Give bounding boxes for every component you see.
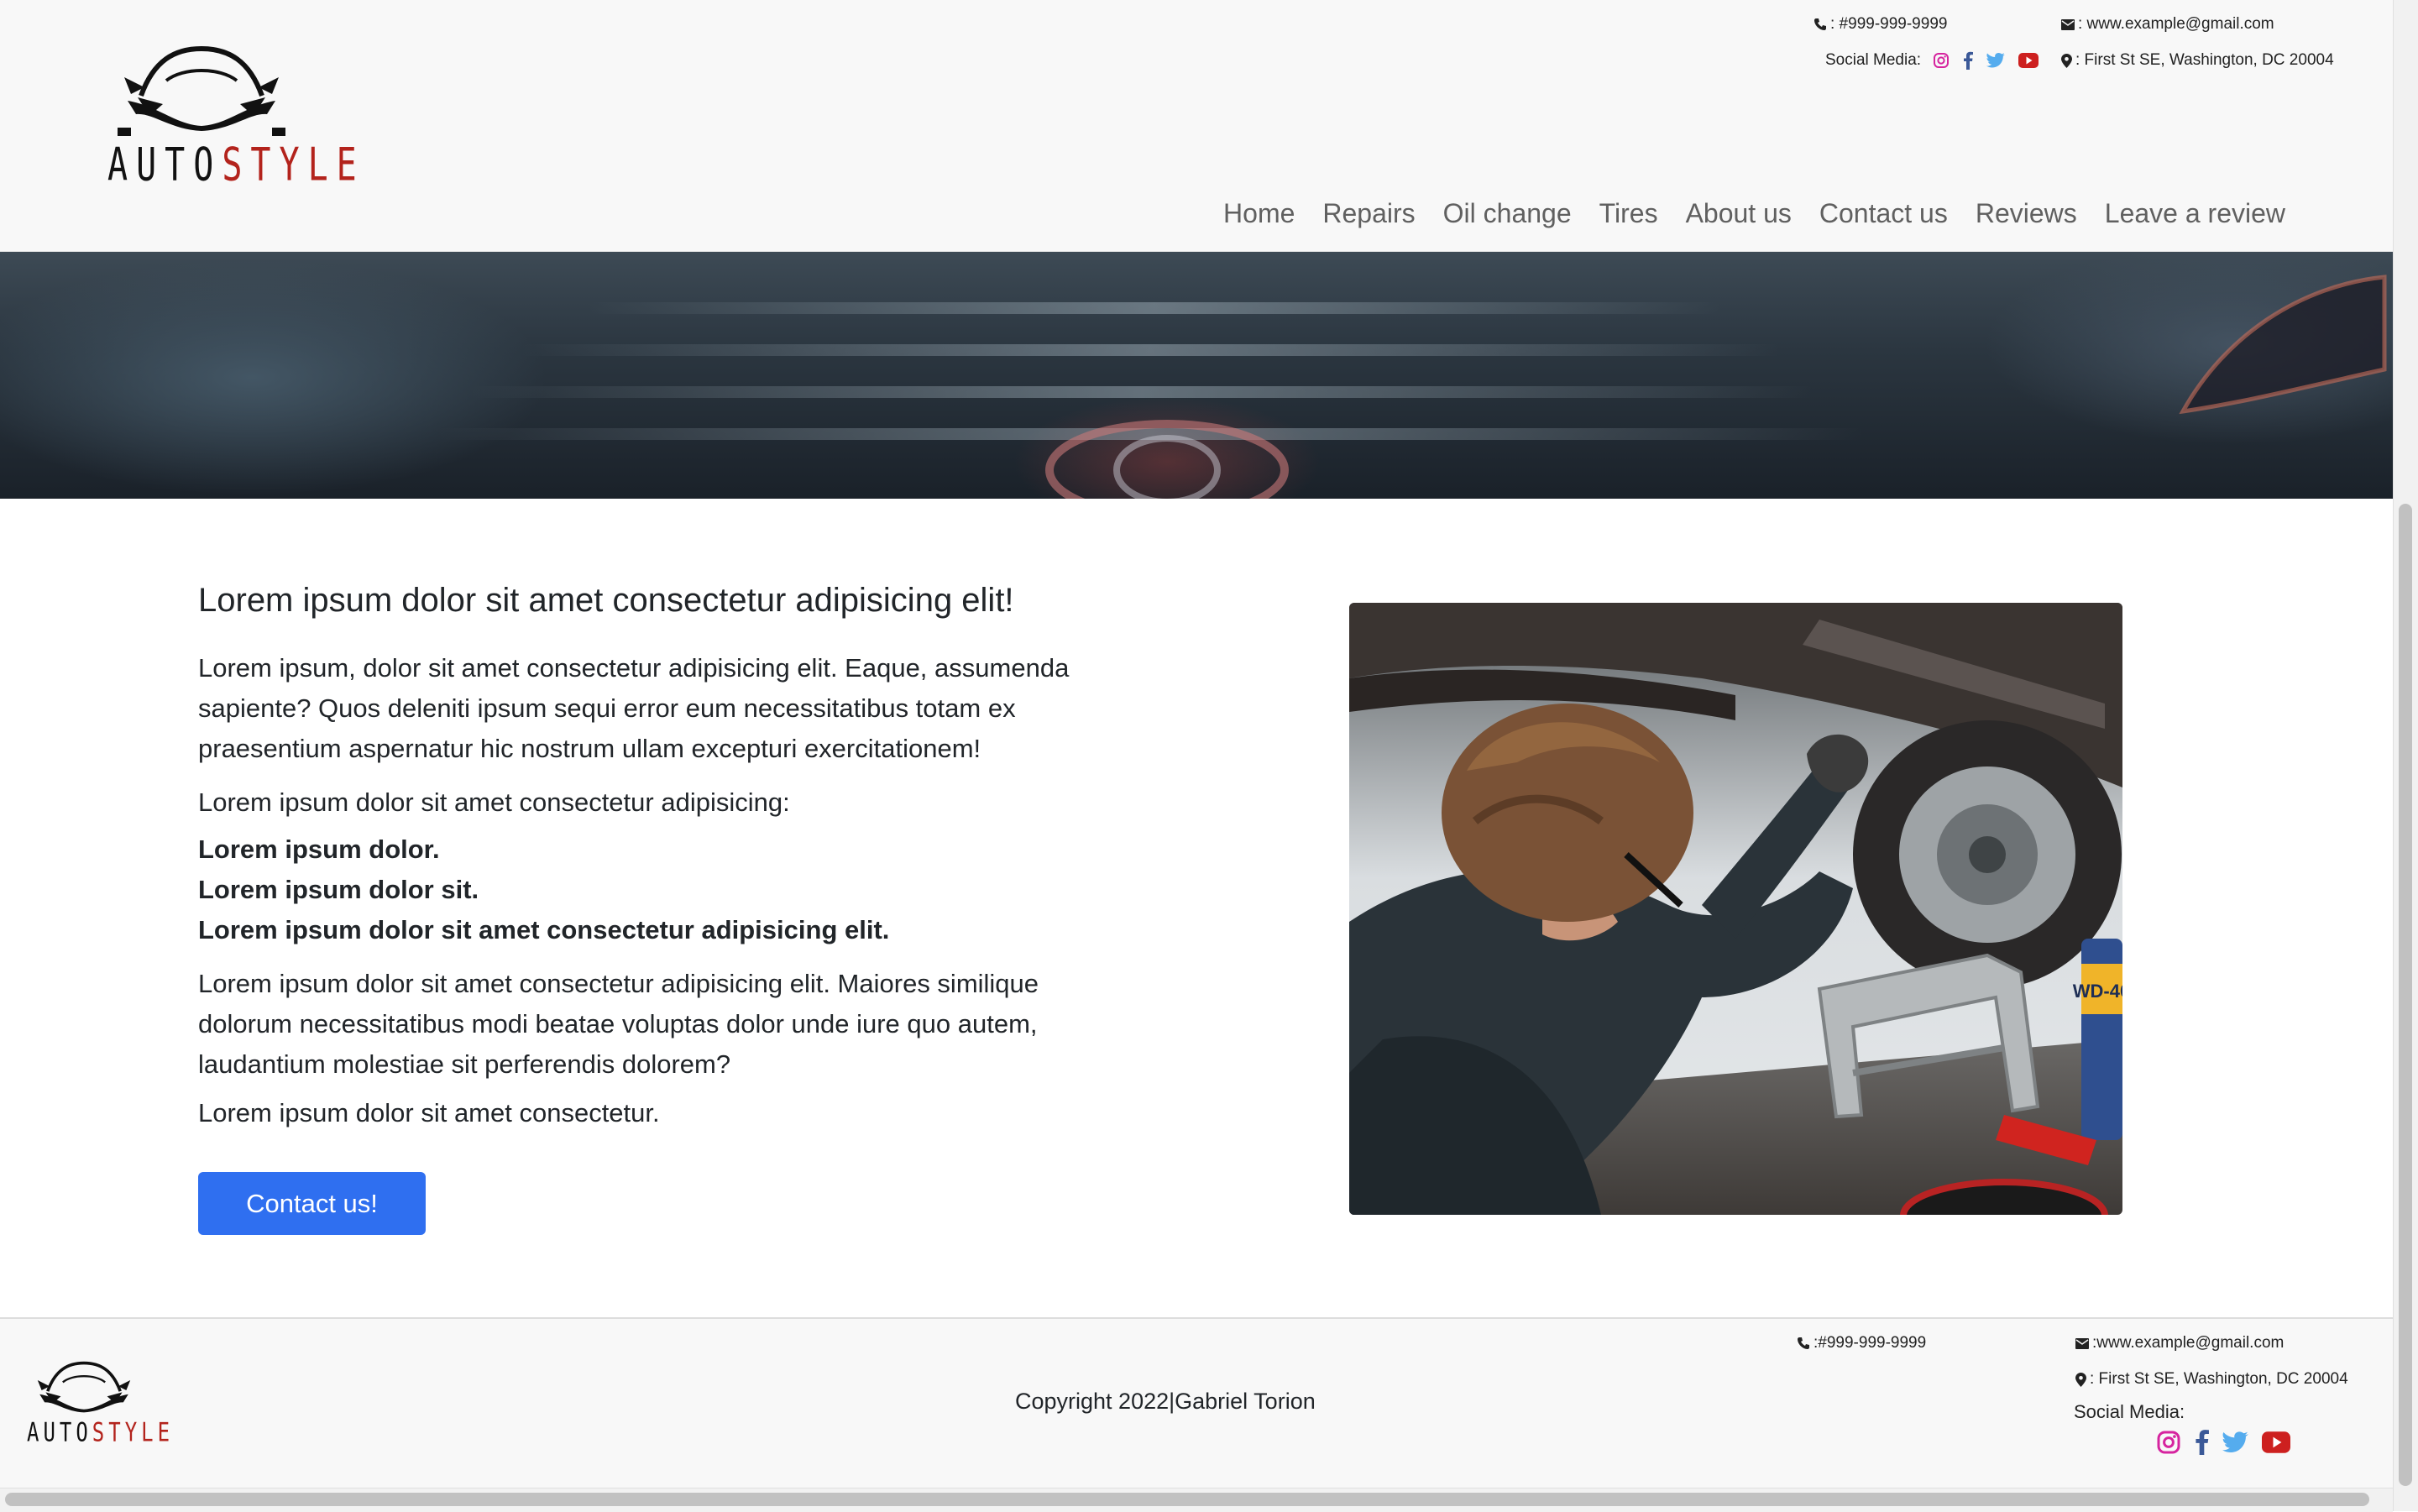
footer-logo-wordmark: AUTOSTYLE (27, 1417, 175, 1448)
nav-item-reviews[interactable]: Reviews (1976, 198, 2077, 229)
nav-item-leave-review[interactable]: Leave a review (2105, 198, 2285, 229)
car-logo-icon (37, 1361, 131, 1413)
list-intro-paragraph: Lorem ipsum dolor sit amet consectetur a… (198, 787, 790, 817)
headlight-shape (2179, 275, 2387, 415)
mechanic-photo: WD-40 (1349, 603, 2122, 1215)
bold-list-item: Lorem ipsum dolor sit. (198, 875, 479, 904)
map-pin-icon (2075, 1372, 2086, 1387)
instagram-icon[interactable] (1933, 52, 1950, 69)
phone-icon (1798, 1337, 1809, 1349)
grille-bar (588, 302, 1721, 314)
footer-phone-text: :#999-999-9999 (1814, 1334, 1927, 1352)
intro-paragraph: Lorem ipsum, dolor sit amet consectetur … (198, 653, 1070, 763)
logo-wordmark: AUTOSTYLE (107, 139, 365, 192)
footer-social-label: Social Media: (2074, 1401, 2185, 1422)
twitter-icon[interactable] (1986, 53, 2006, 68)
page-heading: Lorem ipsum dolor sit amet consectetur a… (198, 582, 1014, 619)
car-emblem-shape (1045, 420, 1289, 499)
bold-list-item: Lorem ipsum dolor sit amet consectetur a… (198, 915, 890, 944)
footer-address[interactable]: : First St SE, Washington, DC 20004 (2075, 1370, 2348, 1389)
header-address-text: : First St SE, Washington, DC 20004 (2075, 51, 2334, 69)
grille-bar (470, 386, 1814, 398)
envelope-icon (2061, 18, 2075, 30)
mechanic-photo-illustration: WD-40 (1349, 603, 2122, 1215)
horizontal-scrollbar-thumb[interactable] (5, 1493, 2369, 1506)
header-social-icons (1933, 51, 2042, 70)
main-nav: Home Repairs Oil change Tires About us C… (1223, 198, 2285, 229)
footer-email[interactable]: :www.example@gmail.com (2075, 1334, 2284, 1352)
header-email-text: : www.example@gmail.com (2078, 15, 2274, 33)
vertical-scrollbar-thumb[interactable] (2399, 504, 2412, 1486)
facebook-icon[interactable] (1963, 51, 1974, 70)
header-email[interactable]: : www.example@gmail.com (2061, 15, 2274, 34)
closing-paragraph: Lorem ipsum dolor sit amet consectetur. (198, 1098, 660, 1127)
spray-can-label: WD-40 (2073, 981, 2122, 1002)
nav-item-tires[interactable]: Tires (1599, 198, 1658, 229)
nav-item-about-us[interactable]: About us (1686, 198, 1792, 229)
footer-social-icons (2156, 1429, 2290, 1455)
details-paragraph: Lorem ipsum dolor sit amet consectetur a… (198, 969, 1039, 1079)
copyright-text: Copyright 2022|Gabriel Torion (1015, 1389, 1316, 1414)
header-phone[interactable]: : #999-999-9999 (1814, 15, 1947, 34)
bold-list: Lorem ipsum dolor. Lorem ipsum dolor sit… (198, 829, 1130, 950)
header-logo[interactable]: AUTOSTYLE (107, 44, 357, 191)
footer-logo[interactable]: AUTOSTYLE (27, 1360, 175, 1448)
nav-item-repairs[interactable]: Repairs (1322, 198, 1415, 229)
youtube-icon[interactable] (2262, 1431, 2290, 1453)
youtube-icon[interactable] (2018, 53, 2039, 68)
grille-bar (521, 344, 1780, 356)
header-social-label: Social Media: (1825, 51, 1922, 69)
twitter-icon[interactable] (2222, 1431, 2248, 1453)
envelope-icon (2075, 1337, 2089, 1349)
footer-phone[interactable]: :#999-999-9999 (1797, 1334, 1926, 1352)
hero-banner-image (0, 252, 2393, 499)
nav-item-contact-us[interactable]: Contact us (1819, 198, 1948, 229)
footer-address-text: : First St SE, Washington, DC 20004 (2090, 1370, 2348, 1388)
bold-list-item: Lorem ipsum dolor. (198, 834, 440, 864)
phone-icon (1814, 18, 1826, 30)
map-pin-icon (2061, 53, 2072, 68)
header-address[interactable]: : First St SE, Washington, DC 20004 (2061, 51, 2334, 70)
footer-email-text: :www.example@gmail.com (2092, 1334, 2285, 1352)
site-header: AUTOSTYLE : #999-999-9999 : www.example@… (0, 0, 2393, 252)
facebook-icon[interactable] (2195, 1429, 2209, 1455)
instagram-icon[interactable] (2156, 1430, 2181, 1455)
nav-item-oil-change[interactable]: Oil change (1443, 198, 1572, 229)
car-logo-icon (118, 45, 285, 136)
header-social: Social Media: (1825, 51, 2042, 70)
contact-us-button[interactable]: Contact us! (198, 1172, 426, 1235)
header-phone-text: : #999-999-9999 (1830, 15, 1948, 33)
nav-item-home[interactable]: Home (1223, 198, 1295, 229)
